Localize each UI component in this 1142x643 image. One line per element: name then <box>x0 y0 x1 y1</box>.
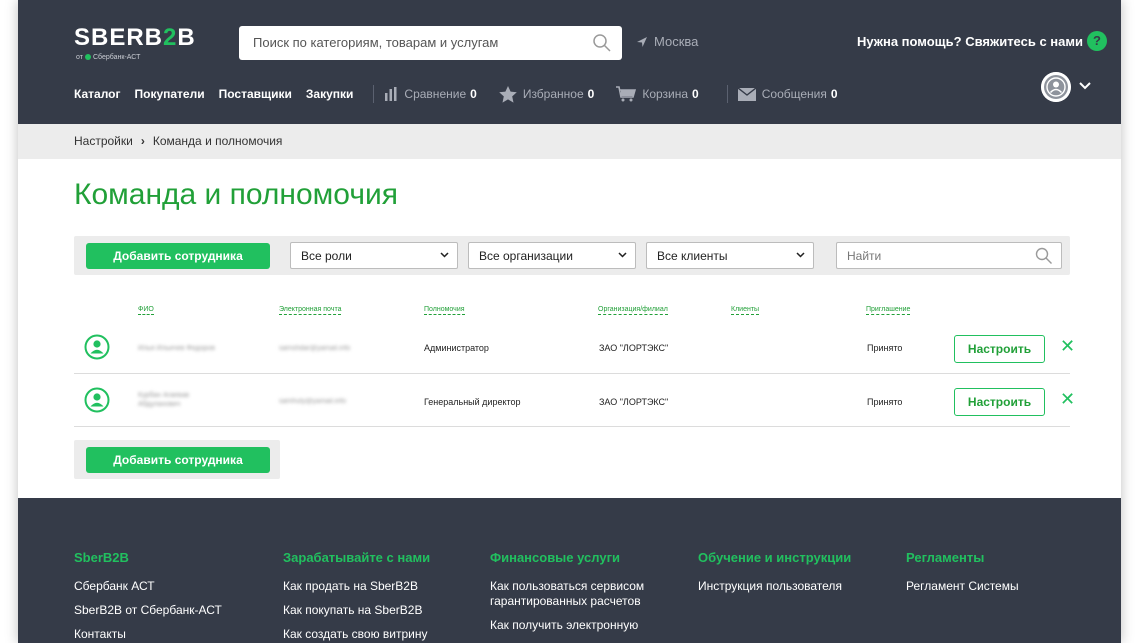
footer-column-title: SberB2B <box>74 550 129 565</box>
location-arrow-icon <box>637 37 647 47</box>
breadcrumb-current: Команда и полномочия <box>152 134 283 148</box>
employee-organization: ЗАО "ЛОРТЭКС" <box>599 397 669 407</box>
employee-role: Генеральный директор <box>424 397 521 407</box>
invitation-status: Принято <box>867 343 903 353</box>
search-icon[interactable] <box>1035 247 1053 265</box>
chevron-down-icon <box>440 252 449 258</box>
roles-select[interactable]: Все роли <box>290 242 458 269</box>
footer-link[interactable]: Инструкция пользователя <box>698 579 898 594</box>
nav-buyers[interactable]: Покупатели <box>135 87 205 101</box>
table-row: Курбан Агаевав Абдулахович samhuty@yamai… <box>74 375 1075 427</box>
search-placeholder: Поиск по категориям, товарам и услугам <box>253 35 499 50</box>
configure-button[interactable]: Настроить <box>954 335 1045 363</box>
chevron-down-icon <box>796 252 805 258</box>
app-window: SBERB2B от Сбербанк-АСТ Поиск по категори… <box>18 0 1121 643</box>
employee-email: samshdar@yamail.info <box>279 345 351 352</box>
nav-cart[interactable]: Корзина 0 <box>616 86 699 102</box>
site-header: SBERB2B от Сбербанк-АСТ Поиск по категори… <box>18 0 1121 124</box>
add-employee-bar: Добавить сотрудника <box>74 440 280 479</box>
find-placeholder: Найти <box>847 249 882 263</box>
column-header-clients[interactable]: Клиенты <box>731 306 760 315</box>
footer-column-learning: Обучение и инструкции Инструкция пользов… <box>698 550 898 603</box>
footer-link[interactable]: Как продать на SberB2B <box>283 579 473 594</box>
breadcrumb: Настройки › Команда и полномочия <box>74 134 282 148</box>
table-row: Илья Ильичев Федоров samshdar@yamail.inf… <box>74 322 1075 374</box>
employee-name: Курбан Агаевав Абдулахович <box>138 392 190 408</box>
employee-name: Илья Ильичев Федоров <box>138 345 215 352</box>
footer-link[interactable]: Контакты <box>74 627 264 642</box>
nav-suppliers[interactable]: Поставщики <box>219 87 292 101</box>
delete-icon[interactable]: ✕ <box>1060 389 1075 410</box>
breadcrumb-separator: › <box>140 134 145 148</box>
footer-link[interactable]: Как пользоваться сервисом гарантированны… <box>490 579 675 609</box>
nav-compare[interactable]: Сравнение 0 <box>384 87 477 101</box>
clients-select[interactable]: Все клиенты <box>646 242 814 269</box>
breadcrumb-bar: Настройки › Команда и полномочия <box>18 124 1121 159</box>
footer-link[interactable]: Как получить электронную <box>490 618 690 633</box>
nav-divider <box>726 85 728 103</box>
employee-email: samhuty@yamail.info <box>279 398 347 405</box>
footer-link[interactable]: Как создать свою витрину <box>283 627 473 642</box>
user-icon <box>84 387 110 413</box>
star-icon <box>499 85 517 103</box>
column-header-organization[interactable]: Организация/филиал <box>598 306 668 315</box>
breadcrumb-settings[interactable]: Настройки <box>74 134 133 148</box>
mail-icon <box>737 87 756 101</box>
find-input[interactable]: Найти <box>836 242 1062 269</box>
footer-column-finance: Финансовые услуги Как пользоваться серви… <box>490 550 690 642</box>
search-icon[interactable] <box>592 33 612 53</box>
column-header-invitation[interactable]: Приглашение <box>866 306 911 315</box>
footer-link[interactable]: SberB2B от Сбербанк-АСТ <box>74 603 264 618</box>
logo-subtitle: от Сбербанк-АСТ <box>76 54 141 61</box>
search-input[interactable]: Поиск по категориям, товарам и услугам <box>239 26 622 60</box>
footer-column-earn: Зарабатывайте с нами Как продать на Sber… <box>283 550 473 643</box>
logo[interactable]: SBERB2B <box>74 26 196 50</box>
chevron-down-icon <box>618 252 627 258</box>
page-title: Команда и полномочия <box>74 178 398 211</box>
city-selector[interactable]: Москва <box>636 34 698 49</box>
nav-favorites[interactable]: Избранное 0 <box>499 85 594 103</box>
help-link[interactable]: Нужна помощь? Свяжитесь с нами <box>857 34 1083 49</box>
footer-column-sberb2b: SberB2B Сбербанк АСТ SberB2B от Сбербанк… <box>74 550 264 643</box>
column-header-role[interactable]: Полномочия <box>424 306 465 315</box>
avatar[interactable] <box>1041 72 1071 102</box>
user-icon <box>84 334 110 360</box>
filter-bar: Добавить сотрудника Все роли Все организ… <box>74 236 1070 275</box>
main-nav: Каталог Покупатели Поставщики Закупки Ср… <box>74 84 860 104</box>
footer-column-regulations: Регламенты Регламент Системы <box>906 550 1106 603</box>
footer-column-title: Регламенты <box>906 550 985 565</box>
footer-link[interactable]: Регламент Системы <box>906 579 1106 594</box>
employee-organization: ЗАО "ЛОРТЭКС" <box>599 343 669 353</box>
footer-column-title: Финансовые услуги <box>490 550 620 565</box>
footer-column-title: Зарабатывайте с нами <box>283 550 431 565</box>
footer-column-title: Обучение и инструкции <box>698 550 852 565</box>
configure-button[interactable]: Настроить <box>954 388 1045 416</box>
delete-icon[interactable]: ✕ <box>1060 336 1075 357</box>
sber-dot-icon <box>84 54 91 61</box>
compare-icon <box>385 87 397 101</box>
nav-purchases[interactable]: Закупки <box>306 87 354 101</box>
site-footer: SberB2B Сбербанк АСТ SberB2B от Сбербанк… <box>18 498 1121 643</box>
nav-catalog[interactable]: Каталог <box>74 87 121 101</box>
nav-divider <box>373 85 375 103</box>
chevron-down-icon[interactable] <box>1079 82 1091 90</box>
add-employee-button[interactable]: Добавить сотрудника <box>86 243 270 269</box>
column-header-name[interactable]: ФИО <box>138 306 154 315</box>
cart-icon <box>616 86 637 102</box>
add-employee-button-bottom[interactable]: Добавить сотрудника <box>86 447 270 473</box>
column-header-email[interactable]: Электронная почта <box>279 306 342 315</box>
nav-messages[interactable]: Сообщения 0 <box>737 87 838 101</box>
employee-role: Администратор <box>424 343 489 353</box>
help-icon[interactable]: ? <box>1087 31 1107 51</box>
footer-link[interactable]: Сбербанк АСТ <box>74 579 264 594</box>
footer-link[interactable]: Как покупать на SberB2B <box>283 603 473 618</box>
invitation-status: Принято <box>867 397 903 407</box>
organizations-select[interactable]: Все организации <box>468 242 636 269</box>
